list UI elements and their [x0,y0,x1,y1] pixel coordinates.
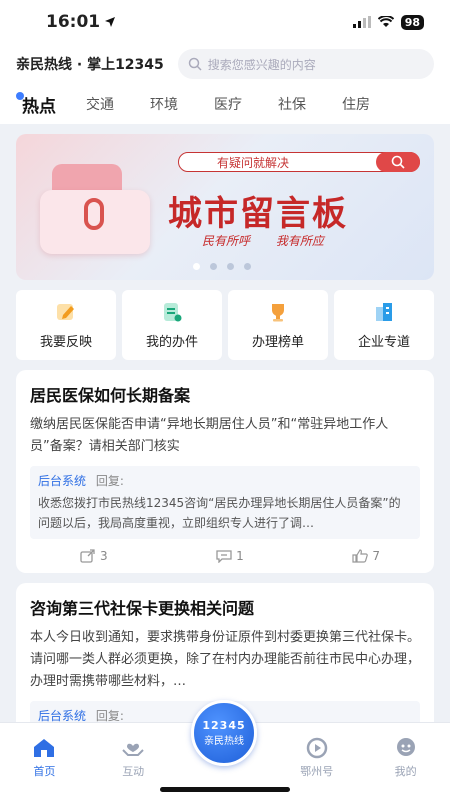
quick-link-my-cases[interactable]: 我的办件 [122,290,222,360]
post-stats: 3 1 7 [30,539,420,565]
banner-subtitle: 民有所呼 我有所应 [202,234,324,248]
wifi-icon [377,16,394,27]
banner-title: 城市留言板 [168,194,348,234]
share-button[interactable]: 3 [80,549,108,563]
reply-box: 后台系统 回复: 收悉您拨打市民热线12345咨询“居民办理异地长期居住人员备案… [30,466,420,539]
trophy-icon [267,301,289,323]
signal-icon [352,16,371,28]
tabbar-mine[interactable]: 我的 [376,737,436,779]
post-card[interactable]: 居民医保如何长期备案 缴纳居民医保能否申请“异地长期居住人员”和“常驻异地工作人… [16,370,434,573]
reply-source: 后台系统 [38,474,87,488]
tab-medical[interactable]: 医疗 [206,94,270,114]
status-time: 16:01 [46,12,116,32]
quick-link-label: 办理榜单 [251,334,304,350]
search-input[interactable]: 搜索您感兴趣的内容 [177,49,434,79]
search-placeholder: 搜索您感兴趣的内容 [207,57,316,72]
app-title: 亲民热线 · 掌上12345 [16,57,164,73]
banner-slogan: 有疑问就解决 [217,155,290,170]
quick-link-label: 我的办件 [145,334,198,350]
building-icon [373,301,395,323]
reply-header: 后台系统 回复: [38,472,412,489]
post-title: 居民医保如何长期备案 [30,386,191,405]
share-count: 3 [100,549,108,563]
quick-link-enterprise[interactable]: 企业专道 [334,290,434,360]
reply-text: 收悉您拨打市民热线12345咨询“居民办理异地长期居住人员备案”的问题以后，我局… [38,496,401,530]
tabbar-label: 首页 [33,765,56,778]
carousel-indicator [193,263,251,270]
post-body: 本人今日收到通知，要求携带身份证原件到村委更换第三代社保卡。请问哪一类人群必须更… [30,630,421,689]
quick-link-report[interactable]: 我要反映 [16,290,116,360]
promo-banner[interactable]: 有疑问就解决 城市留言板 民有所呼 我有所应 [16,134,434,280]
thumbs-up-icon [352,549,369,563]
heart-hands-icon [121,737,145,759]
category-tabs: 热点 交通 环境 医疗 社保 住房 [0,84,450,124]
location-arrow-icon [105,17,116,27]
tab-hot[interactable]: 热点 [14,91,78,117]
tabbar-home[interactable]: 首页 [14,737,74,779]
home-icon [32,737,56,759]
tab-traffic[interactable]: 交通 [78,94,142,114]
carousel-dot[interactable] [227,263,234,270]
tab-social-security[interactable]: 社保 [270,94,334,114]
tabbar-ezhou[interactable]: 鄂州号 [287,737,347,779]
banner-slogan-box: 有疑问就解决 [178,152,420,172]
battery-indicator: 98 [400,14,424,30]
comment-button[interactable]: 1 [216,549,244,563]
profile-icon [394,737,418,759]
status-bar: 16:01 98 [0,0,450,44]
reply-tag: 回复: [95,709,124,723]
quick-links: 我要反映 我的办件 办理榜单 企业专道 [16,290,434,360]
share-icon [80,549,95,563]
play-icon [305,737,329,759]
status-time-text: 16:01 [46,12,101,32]
edit-icon [55,301,77,323]
search-icon [188,57,202,71]
hotline-center-button[interactable]: 12345 亲民热线 [191,700,257,766]
quick-link-label: 企业专道 [357,334,410,350]
hotline-number: 12345 [202,719,246,732]
microphone-icon [84,198,104,230]
tabbar-label: 我的 [394,765,417,778]
comment-count: 1 [236,549,244,563]
comment-icon [216,550,232,563]
post-title: 咨询第三代社保卡更换相关问题 [30,599,255,618]
carousel-dot[interactable] [210,263,217,270]
carousel-dot[interactable] [193,263,200,270]
home-indicator[interactable] [160,787,290,792]
hotline-label: 亲民热线 [204,736,244,747]
tab-environment[interactable]: 环境 [142,94,206,114]
tabbar-label: 互动 [122,765,145,778]
tabbar-label: 鄂州号 [300,765,334,778]
quick-link-label: 我要反映 [39,334,92,350]
app-header: 亲民热线 · 掌上12345 搜索您感兴趣的内容 [0,44,450,84]
post-body: 缴纳居民医保能否申请“异地长期居住人员”和“常驻异地工作人员”备案？请相关部门核… [30,417,389,454]
like-count: 7 [372,549,380,563]
reply-source: 后台系统 [38,709,87,723]
banner-search-icon [376,152,420,172]
carousel-dot[interactable] [244,263,251,270]
tab-housing[interactable]: 住房 [334,94,398,114]
document-icon [161,301,183,323]
tabbar-interact[interactable]: 互动 [103,737,163,779]
quick-link-ranking[interactable]: 办理榜单 [228,290,328,360]
reply-tag: 回复: [95,474,124,488]
like-button[interactable]: 7 [352,549,380,563]
status-right: 98 [352,14,424,30]
